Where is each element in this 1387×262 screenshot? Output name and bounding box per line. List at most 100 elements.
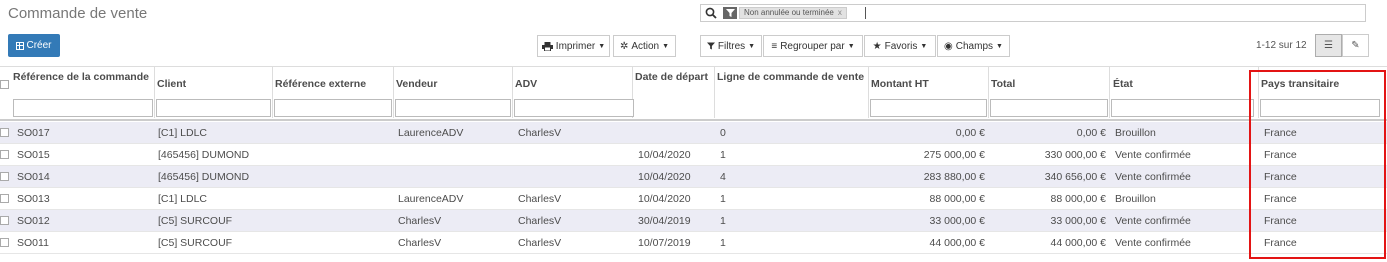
cell-order-line: 1 — [720, 193, 726, 205]
chevron-down-icon: ▼ — [847, 42, 855, 50]
cell-amount-ht: 0,00 € — [955, 127, 985, 139]
cell-client: [C1] LDLC — [158, 193, 208, 205]
favorites-button[interactable]: ★ Favoris ▼ — [864, 35, 936, 57]
column-divider — [988, 66, 989, 118]
table-row[interactable]: SO013 [C1] LDLC LaurenceADV CharlesV 10/… — [0, 188, 1387, 210]
filter-input-state[interactable] — [1111, 99, 1254, 117]
cell-order-line: 1 — [720, 237, 726, 249]
column-header-amount-ht[interactable]: Montant HT — [871, 78, 929, 90]
cell-client: [C5] SURCOUF — [158, 215, 233, 227]
pager-value[interactable]: 1-12 sur 12 — [1256, 40, 1307, 51]
filter-input-seller[interactable] — [395, 99, 511, 117]
cell-order-line: 0 — [720, 127, 726, 139]
filter-input-total[interactable] — [990, 99, 1108, 117]
cell-seller: CharlesV — [398, 215, 442, 227]
list-view-button[interactable]: ☰ — [1315, 34, 1342, 57]
gear-icon: ✲ — [619, 40, 629, 52]
group-by-label: Regrouper par — [780, 40, 845, 52]
print-icon — [541, 41, 553, 51]
row-checkbox[interactable] — [0, 172, 9, 181]
cell-state: Brouillon — [1115, 193, 1156, 205]
select-all-checkbox[interactable] — [0, 80, 9, 89]
row-checkbox[interactable] — [0, 216, 9, 225]
filters-label: Filtres — [717, 40, 746, 52]
column-header-reference[interactable]: Référence de la commande — [13, 71, 149, 83]
star-icon: ★ — [872, 40, 882, 52]
column-header-departure-date[interactable]: Date de départ — [635, 71, 708, 83]
column-header-client[interactable]: Client — [157, 78, 186, 90]
action-label: Action — [631, 40, 660, 52]
filter-input-amount-ht[interactable] — [870, 99, 987, 117]
fields-button[interactable]: ◉ Champs ▼ — [937, 35, 1010, 57]
cell-amount-ht: 44 000,00 € — [929, 237, 985, 249]
fields-label: Champs — [955, 40, 994, 52]
cell-amount-ht: 283 880,00 € — [923, 171, 985, 183]
column-divider — [868, 66, 869, 118]
search-cursor — [865, 7, 866, 19]
chevron-down-icon: ▼ — [748, 42, 756, 50]
cell-adv: CharlesV — [518, 237, 562, 249]
header-top-line — [0, 66, 1387, 67]
table-row[interactable]: SO012 [C5] SURCOUF CharlesV CharlesV 30/… — [0, 210, 1387, 232]
cell-departure-date: 10/07/2019 — [638, 237, 691, 249]
cell-amount-ht: 33 000,00 € — [929, 215, 985, 227]
cell-reference: SO013 — [17, 193, 50, 205]
filter-input-client[interactable] — [156, 99, 271, 117]
cell-departure-date: 30/04/2019 — [638, 215, 691, 227]
print-button[interactable]: Imprimer ▼ — [537, 35, 610, 57]
cell-total: 33 000,00 € — [1050, 215, 1106, 227]
column-header-total[interactable]: Total — [991, 78, 1015, 90]
column-header-seller[interactable]: Vendeur — [396, 78, 437, 90]
row-checkbox[interactable] — [0, 238, 9, 247]
cell-client: [465456] DUMOND — [158, 171, 250, 183]
filter-input-external-ref[interactable] — [274, 99, 392, 117]
filter-icon — [706, 42, 715, 50]
cell-amount-ht: 88 000,00 € — [929, 193, 985, 205]
row-checkbox[interactable] — [0, 128, 9, 137]
group-by-button[interactable]: ≡ Regrouper par ▼ — [763, 35, 863, 57]
column-header-external-ref[interactable]: Référence externe — [275, 78, 366, 90]
create-button[interactable]: Créer — [8, 34, 60, 57]
row-checkbox[interactable] — [0, 194, 9, 203]
cell-adv: CharlesV — [518, 193, 562, 205]
chevron-down-icon: ▼ — [996, 42, 1003, 50]
cell-state: Vente confirmée — [1115, 237, 1191, 249]
filter-input-reference[interactable] — [13, 99, 153, 117]
cell-seller: LaurenceADV — [398, 127, 464, 139]
cell-total: 340 656,00 € — [1044, 171, 1106, 183]
cell-reference: SO011 — [17, 237, 49, 249]
column-header-adv[interactable]: ADV — [515, 78, 537, 90]
table-row[interactable]: SO014 [465456] DUMOND 10/04/2020 4 283 8… — [0, 166, 1387, 188]
cell-seller: CharlesV — [398, 237, 442, 249]
cell-reference: SO014 — [17, 171, 50, 183]
filter-input-adv[interactable] — [514, 99, 634, 117]
cell-client: [465456] DUMOND — [158, 149, 250, 161]
cell-reference: SO012 — [17, 215, 50, 227]
edit-icon: ✎ — [1351, 40, 1360, 51]
column-header-state[interactable]: État — [1113, 78, 1133, 90]
column-divider — [272, 66, 273, 118]
table-row[interactable]: SO011 [C5] SURCOUF CharlesV CharlesV 10/… — [0, 232, 1387, 254]
search-facet: Non annulée ou terminée x — [723, 7, 847, 19]
filters-button[interactable]: Filtres ▼ — [700, 35, 762, 57]
table-row[interactable]: SO017 [C1] LDLC LaurenceADV CharlesV 0 0… — [0, 122, 1387, 144]
form-view-button[interactable]: ✎ — [1342, 34, 1369, 57]
action-button[interactable]: ✲ Action ▼ — [613, 35, 676, 57]
row-checkbox[interactable] — [0, 150, 9, 159]
search-bar[interactable]: Non annulée ou terminée x — [700, 4, 1366, 22]
cell-adv: CharlesV — [518, 127, 562, 139]
search-icon[interactable] — [705, 7, 717, 19]
facet-remove-button[interactable]: x — [838, 8, 842, 18]
cell-state: Vente confirmée — [1115, 215, 1191, 227]
table-row[interactable]: SO015 [465456] DUMOND 10/04/2020 1 275 0… — [0, 144, 1387, 166]
column-divider — [512, 66, 513, 118]
cell-client: [C1] LDLC — [158, 127, 208, 139]
column-header-order-line[interactable]: Ligne de commande de vente — [717, 71, 864, 83]
cell-adv: CharlesV — [518, 215, 562, 227]
header-bottom-line — [0, 119, 1387, 121]
favorites-label: Favoris — [884, 40, 918, 52]
column-divider — [393, 66, 394, 118]
page-title: Commande de vente — [8, 5, 148, 22]
cell-reference: SO015 — [17, 149, 50, 161]
cell-total: 0,00 € — [1076, 127, 1106, 139]
